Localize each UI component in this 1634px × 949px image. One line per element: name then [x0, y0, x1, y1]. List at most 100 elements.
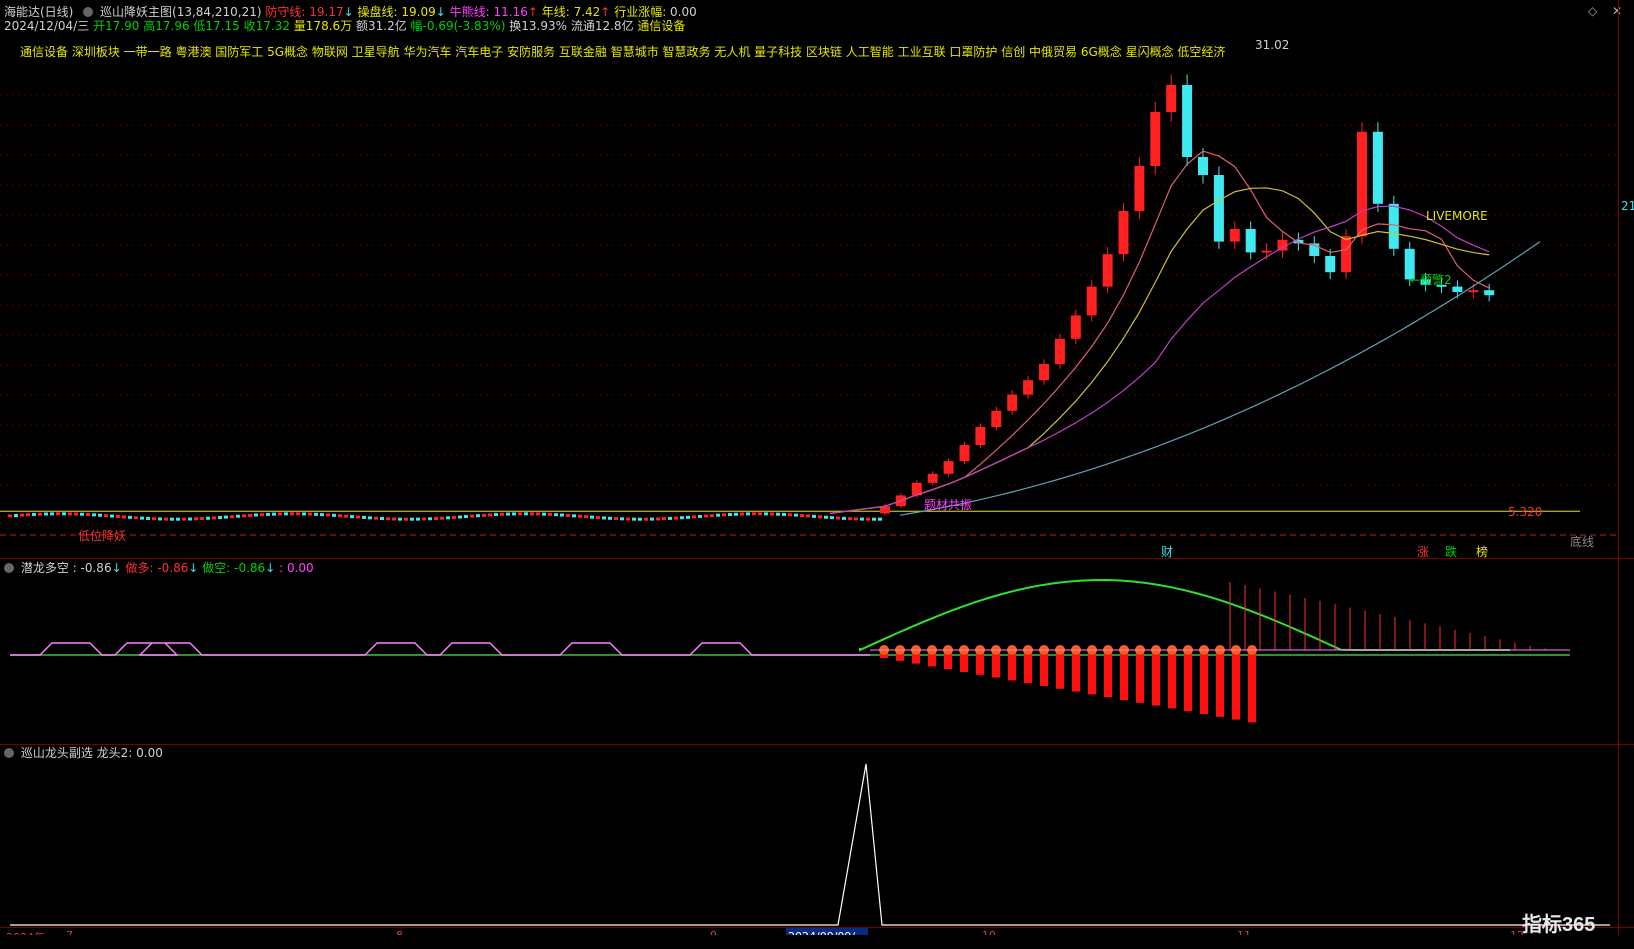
candle-body — [1357, 131, 1367, 237]
short-bar — [1104, 652, 1112, 698]
settings-icon[interactable] — [4, 563, 14, 573]
candle — [302, 512, 306, 516]
panel3-header: 巡山龙头副选 龙头2: 0.00 — [4, 746, 163, 760]
candle — [398, 517, 402, 521]
short-bar — [1040, 652, 1048, 686]
candle — [482, 513, 486, 517]
candle — [866, 517, 870, 521]
candle — [248, 513, 252, 517]
candle — [830, 516, 834, 520]
candle — [518, 512, 522, 516]
fall-badge[interactable]: 跌 — [1445, 543, 1457, 560]
candle — [116, 514, 120, 518]
candle-body — [943, 461, 954, 474]
candle-body — [1134, 166, 1145, 211]
rise-badge[interactable]: 涨 — [1417, 543, 1429, 560]
candle — [632, 517, 636, 521]
candle — [428, 517, 432, 521]
candle — [878, 517, 882, 521]
short-bar — [1088, 652, 1096, 695]
short-bar — [1008, 652, 1016, 681]
candle — [620, 517, 624, 521]
candle — [566, 513, 570, 517]
candle — [464, 515, 468, 519]
candle — [206, 516, 210, 520]
candle — [320, 513, 324, 517]
candle — [404, 517, 408, 521]
candle — [44, 512, 48, 516]
candle — [134, 516, 138, 520]
candle — [422, 517, 426, 521]
candle — [770, 512, 774, 516]
candle-body — [975, 427, 986, 445]
candle — [236, 514, 240, 518]
rank-badge[interactable]: 榜 — [1476, 543, 1488, 560]
resonance-label: 题材共振 — [924, 498, 973, 512]
candle — [728, 513, 732, 517]
panel2-wave — [10, 642, 870, 656]
right-axis-label: 21 — [1621, 199, 1634, 213]
price-chart[interactable] — [0, 0, 1634, 949]
candle — [290, 512, 294, 516]
candle-body — [991, 410, 1002, 427]
candle — [524, 512, 528, 516]
candle — [230, 515, 234, 519]
candle — [602, 516, 606, 520]
candle — [572, 514, 576, 518]
candle — [32, 512, 36, 516]
candle — [506, 512, 510, 516]
panel2-header: 潜龙多空 : -0.86↓ 做多: -0.86↓ 做空: -0.86↓ : 0.… — [4, 561, 314, 575]
arrow-down-icon: ↓ — [188, 561, 199, 575]
candle — [614, 517, 618, 521]
candle — [92, 513, 96, 517]
candle — [548, 512, 552, 516]
panel2-curve — [859, 579, 1510, 652]
candle — [188, 517, 192, 521]
candle-body — [1198, 157, 1208, 175]
candle-body — [1372, 131, 1383, 204]
candle — [848, 517, 852, 521]
candle — [686, 515, 690, 519]
candle — [662, 517, 666, 521]
candle — [842, 516, 846, 520]
candle — [644, 517, 648, 521]
candle — [80, 512, 84, 516]
settings-icon[interactable] — [4, 748, 14, 758]
candle — [140, 516, 144, 520]
candle — [746, 512, 750, 516]
candle — [596, 516, 600, 520]
candle — [452, 515, 456, 519]
candle — [692, 515, 696, 519]
candle — [668, 516, 672, 520]
candle-body — [1245, 229, 1256, 253]
panel3-value: 龙头2: 0.00 — [96, 746, 163, 760]
candle — [218, 516, 222, 520]
finance-badge[interactable]: 财 — [1161, 543, 1173, 560]
candle — [212, 516, 216, 520]
short-bar — [1248, 652, 1256, 723]
candle — [338, 514, 342, 518]
candle — [86, 513, 90, 517]
bull-bear-line — [829, 205, 1490, 514]
candle — [110, 514, 114, 518]
candle — [434, 517, 438, 521]
candle — [260, 513, 264, 517]
candle — [410, 517, 414, 521]
candle — [224, 515, 228, 519]
candle — [512, 512, 516, 516]
candle — [68, 512, 72, 516]
candle — [584, 515, 588, 519]
panel3-spike — [10, 763, 1610, 926]
bottom-line-label: 底线 — [1570, 535, 1595, 549]
short-bar — [1056, 652, 1064, 689]
candle — [200, 517, 204, 521]
candle — [26, 513, 30, 517]
candle — [332, 513, 336, 517]
candle — [182, 517, 186, 521]
candle — [164, 517, 168, 521]
bottom-bar — [0, 935, 1634, 949]
candle — [650, 517, 654, 521]
candle — [272, 512, 276, 516]
candle-body — [1261, 250, 1272, 253]
candle-body — [1118, 211, 1129, 255]
